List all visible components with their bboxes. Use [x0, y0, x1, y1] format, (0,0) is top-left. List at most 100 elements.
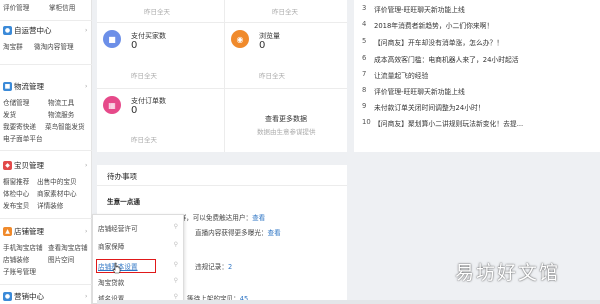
sidebar-link-send-express[interactable]: 我要寄快递 — [3, 121, 36, 131]
news-item[interactable]: 7 让流量起飞的经验 — [362, 70, 598, 80]
stat-value: 0 — [259, 40, 266, 51]
order-icon: ▦ — [103, 96, 121, 114]
pin-icon[interactable]: ⚲ — [174, 261, 178, 268]
sidebar-link-taobao-group[interactable]: 淘宝群 — [3, 41, 23, 51]
news-title: 让流量起飞的经验 — [374, 72, 429, 80]
box-icon: ◆ — [3, 160, 12, 170]
news-item[interactable]: 9 未付款订单关闭时间调整为24小时！ — [362, 102, 598, 112]
news-item[interactable]: 5 【问商友】开车却没有消单涨，怎么办？！ — [362, 37, 598, 47]
highlight-box — [96, 259, 156, 273]
stat-period: 昨日全天 — [272, 8, 298, 16]
megaphone-icon: ● — [3, 291, 12, 301]
sidebar-link-e-waybill[interactable]: 电子面单平台 — [3, 133, 43, 143]
todo-line-live: 直播内容获得更多曝光：查看 — [195, 227, 281, 237]
sidebar-section-logistics[interactable]: ■ 物流管理 › — [3, 80, 87, 92]
sidebar-section-title: 宝贝管理 — [14, 160, 44, 170]
todo-title: 待办事项 — [107, 172, 137, 181]
sidebar-divider — [0, 218, 92, 219]
news-index: 6 — [362, 54, 367, 62]
flyout-item-loan[interactable]: 淘宝贷款 ⚲ — [98, 277, 178, 287]
sidebar-link-material-center[interactable]: 商家素材中心 — [37, 188, 77, 198]
sidebar-link-ship[interactable]: 发货 — [3, 109, 16, 119]
violations-count-link[interactable]: 2 — [228, 263, 232, 271]
sidebar-link-seller-credit[interactable]: 掌柜信用 — [49, 2, 75, 12]
sidebar-link-review-manage[interactable]: 评价管理 — [3, 2, 29, 12]
chevron-right-icon: › — [85, 82, 88, 90]
stat-period: 昨日全天 — [259, 72, 285, 80]
stat-period: 昨日全天 — [131, 72, 157, 80]
chevron-right-icon: › — [85, 227, 88, 235]
users-icon: ■ — [103, 30, 121, 48]
chat-icon: ● — [3, 25, 12, 35]
sidebar-section-shop[interactable]: ▲ 店铺管理 › — [3, 225, 87, 237]
news-item[interactable]: 3 评价管理-旺旺聊天新功能上线 — [362, 4, 598, 14]
news-index: 3 — [362, 4, 367, 12]
flyout-item-guarantee[interactable]: 商家保障 ⚲ — [98, 241, 178, 251]
sidebar-section-marketing[interactable]: ● 营销中心 › — [3, 290, 87, 302]
news-title: 2018年消费者新趋势，小二们你来啊！ — [374, 22, 494, 30]
pin-icon[interactable]: ⚲ — [174, 277, 178, 284]
stat-pay-buyers[interactable]: ■ 支付买家数 0 昨日全天 — [97, 22, 217, 88]
sidebar-section-title: 店铺管理 — [14, 226, 44, 236]
eye-icon: ◉ — [231, 30, 249, 48]
sidebar-link-shop-decor[interactable]: 店铺装修 — [3, 254, 29, 264]
sidebar-link-on-sale[interactable]: 出售中的宝贝 — [37, 176, 77, 186]
news-item[interactable]: 4 2018年消费者新趋势，小二们你来啊！ — [362, 20, 598, 30]
news-index: 5 — [362, 37, 367, 45]
todo-view-link[interactable]: 查看 — [268, 229, 281, 237]
flyout-item-license[interactable]: 店铺经营许可 ⚲ — [98, 223, 178, 233]
chevron-right-icon: › — [85, 292, 88, 300]
flyout-item-label: 店铺经营许可 — [98, 225, 138, 233]
news-index: 10 — [362, 118, 371, 126]
stat-period: 昨日全天 — [144, 8, 170, 16]
stat-pay-orders[interactable]: ▦ 支付订单数 0 昨日全天 — [97, 88, 217, 152]
chevron-right-icon: › — [85, 26, 88, 34]
sidebar-link-showcase[interactable]: 橱窗推荐 — [3, 176, 29, 186]
shop-management-flyout: 店铺经营许可 ⚲ 商家保障 ⚲ 店铺基本设置 ⚲ 淘宝贷款 ⚲ 域名设置 ⚲ — [92, 214, 184, 304]
sidebar-link-publish-item[interactable]: 发布宝贝 — [3, 200, 29, 210]
sidebar-link-image-space[interactable]: 图片空间 — [48, 254, 74, 264]
left-sidebar: 评价管理 掌柜信用 ● 自运营中心 › 淘宝群 微淘内容管理 ■ 物流管理 › … — [0, 0, 92, 304]
sidebar-link-cainiao-ship[interactable]: 菜鸟智能发货 — [45, 121, 85, 131]
stats-panel: 昨日全天 昨日全天 ■ 支付买家数 0 昨日全天 ◉ 浏览量 0 昨日全天 ▦ … — [97, 0, 347, 152]
todo-text: 直播内容获得更多曝光： — [195, 229, 268, 237]
chevron-right-icon: › — [85, 161, 88, 169]
sidebar-divider — [0, 20, 92, 21]
stat-page-views[interactable]: ◉ 浏览量 0 昨日全天 — [225, 22, 345, 88]
sidebar-link-logistics-tools[interactable]: 物流工具 — [48, 97, 74, 107]
pin-icon[interactable]: ⚲ — [174, 223, 178, 230]
sidebar-link-checkup[interactable]: 体检中心 — [3, 188, 29, 198]
stat-period: 昨日全天 — [131, 136, 157, 144]
sidebar-link-detail-decor[interactable]: 详情装修 — [37, 200, 63, 210]
more-data-link[interactable]: 查看更多数据 — [265, 114, 307, 124]
sidebar-link-warehouse[interactable]: 仓储管理 — [3, 97, 29, 107]
sidebar-section-self-operation[interactable]: ● 自运营中心 › — [3, 24, 87, 36]
data-source-note: 数据由生意参谋提供 — [257, 128, 316, 136]
sidebar-link-weitao-content[interactable]: 微淘内容管理 — [34, 41, 74, 51]
news-item[interactable]: 8 评价管理-旺旺聊天新功能上线 — [362, 86, 598, 96]
news-title: 成本高效客门槛：电商机器人来了，24小时起活 — [374, 56, 519, 64]
sidebar-section-items[interactable]: ◆ 宝贝管理 › — [3, 159, 87, 171]
todo-view-link[interactable]: 查看 — [252, 214, 265, 222]
news-panel: 3 评价管理-旺旺聊天新功能上线 4 2018年消费者新趋势，小二们你来啊！ 5… — [354, 0, 600, 152]
news-title: 评价管理-旺旺聊天新功能上线 — [374, 88, 465, 96]
pin-icon[interactable]: ⚲ — [174, 293, 178, 300]
sidebar-link-logistics-service[interactable]: 物流服务 — [48, 109, 74, 119]
news-item[interactable]: 10 【问商友】聚划算小二讲规则玩法新变化！去提... — [362, 118, 598, 128]
news-index: 4 — [362, 20, 367, 28]
sidebar-link-view-shop[interactable]: 查看淘宝店铺 — [48, 242, 88, 252]
todo-heading: 生意一点通 — [107, 198, 140, 206]
news-index: 9 — [362, 102, 367, 110]
news-index: 8 — [362, 86, 367, 94]
store-icon: ▲ — [3, 226, 12, 236]
pin-icon[interactable]: ⚲ — [174, 241, 178, 248]
sidebar-link-sub-accounts[interactable]: 子账号管理 — [3, 266, 36, 276]
hand-cursor-icon — [112, 262, 121, 274]
news-index: 7 — [362, 70, 367, 78]
news-item[interactable]: 6 成本高效客门槛：电商机器人来了，24小时起活 — [362, 54, 598, 64]
bottom-bar — [97, 300, 600, 304]
flyout-item-label: 淘宝贷款 — [98, 279, 125, 287]
sidebar-link-mobile-shop[interactable]: 手机淘宝店铺 — [3, 242, 43, 252]
sidebar-section-title: 营销中心 — [14, 291, 44, 301]
news-title: 未付款订单关闭时间调整为24小时！ — [374, 104, 485, 112]
